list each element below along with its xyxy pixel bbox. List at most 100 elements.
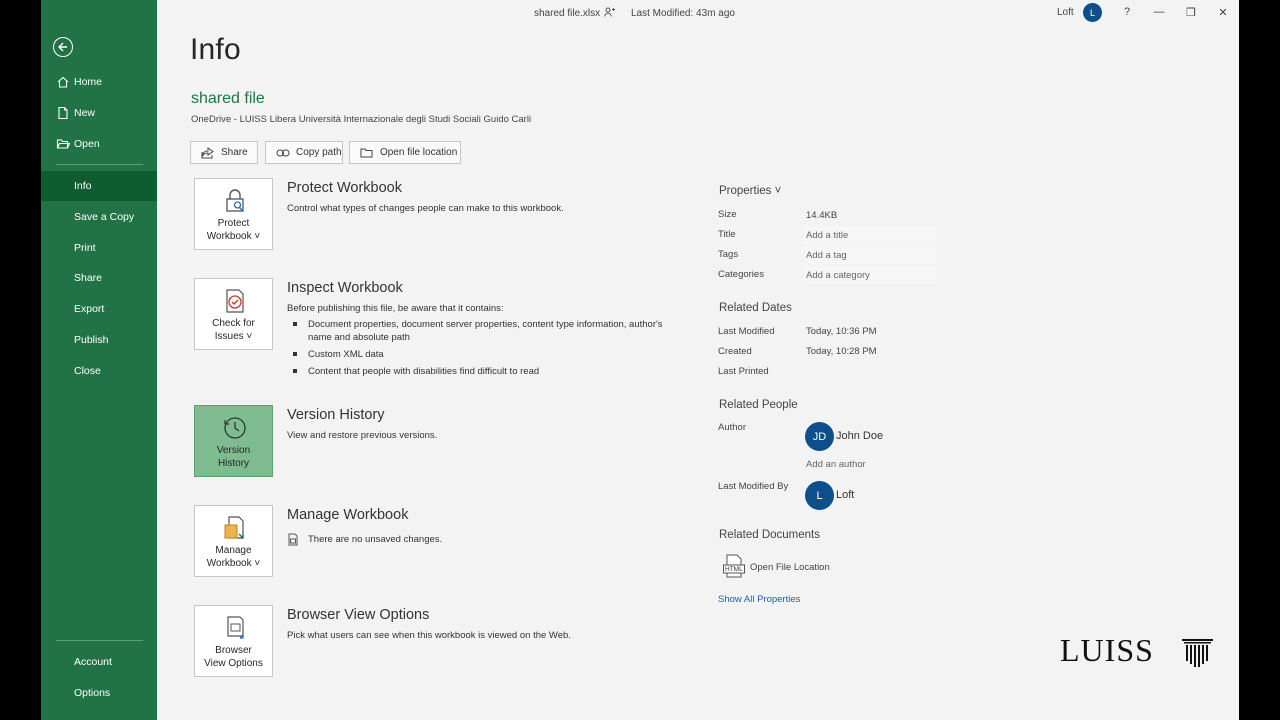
avatar[interactable]: L: [805, 481, 834, 510]
browser-view-options-button[interactable]: Browser View Options: [194, 605, 273, 677]
link-icon: [276, 149, 290, 156]
sidebar-item-label: Save a Copy: [74, 211, 135, 223]
copy-path-button[interactable]: Copy path: [265, 141, 343, 164]
restore-button[interactable]: ❐: [1182, 4, 1200, 20]
minimize-button[interactable]: —: [1150, 4, 1168, 20]
author-name[interactable]: John Doe: [836, 430, 883, 442]
sidebar-item-label: Info: [74, 180, 92, 192]
tile-label-line2: History: [217, 458, 250, 469]
manage-workbook-button[interactable]: Manage Workbook ˅: [194, 505, 273, 577]
sidebar-item-info[interactable]: Info: [41, 171, 157, 201]
sidebar-divider: [56, 640, 143, 641]
tags-field[interactable]: Add a tag: [806, 250, 936, 261]
sidebar-item-save-a-copy[interactable]: Save a Copy: [41, 202, 157, 232]
title-field[interactable]: Add a title: [806, 230, 936, 241]
protect-workbook-button[interactable]: Protect Workbook ˅: [194, 178, 273, 250]
file-name: shared file: [191, 90, 265, 107]
open-file-location-link[interactable]: Open File Location: [750, 562, 830, 573]
tile-label-line1: Check for: [212, 318, 255, 329]
tile-label-line1: Version: [216, 445, 251, 456]
date-label-created: Created: [718, 346, 752, 357]
check-for-issues-button[interactable]: Check for Issues ˅: [194, 278, 273, 350]
sidebar-item-label: Close: [74, 365, 101, 377]
tile-label-line2: Issues ˅: [214, 331, 253, 342]
related-dates-heading: Related Dates: [719, 302, 792, 314]
sidebar-item-options[interactable]: Options: [41, 678, 157, 708]
sidebar-item-label: Options: [74, 687, 111, 699]
tile-label-line1: Browser: [215, 645, 252, 656]
sidebar-item-label: Share: [74, 272, 103, 284]
version-history-title: Version History: [287, 407, 385, 423]
related-people-heading: Related People: [719, 399, 798, 411]
home-icon: [57, 76, 69, 88]
sidebar-item-export[interactable]: Export: [41, 294, 157, 324]
copy-path-label: Copy path: [296, 147, 342, 158]
sidebar-item-label: Publish: [74, 334, 109, 346]
categories-field[interactable]: Add a category: [806, 270, 936, 281]
sidebar-item-label: New: [74, 107, 96, 119]
last-modified-by-label: Last Modified By: [718, 481, 789, 492]
open-file-location-button[interactable]: Open file location: [349, 141, 461, 164]
tile-label-line2: View Options: [204, 658, 263, 669]
file-location: OneDrive - LUISS Libera Università Inter…: [191, 114, 532, 125]
avatar[interactable]: JD: [805, 422, 834, 451]
protect-workbook-title: Protect Workbook: [287, 180, 402, 196]
sidebar-item-label: Open: [74, 138, 100, 150]
tile-label-line1: Protect: [217, 218, 250, 229]
sidebar-item-print[interactable]: Print: [41, 233, 157, 263]
luiss-column-logo-icon: [1182, 639, 1213, 667]
show-all-properties-link[interactable]: Show All Properties: [718, 594, 800, 605]
folder-open-icon: [56, 139, 70, 149]
tile-label-line2: Workbook ˅: [206, 558, 261, 569]
sidebar-item-publish[interactable]: Publish: [41, 325, 157, 355]
last-modified-by-name[interactable]: Loft: [836, 489, 854, 501]
last-modified-status: Last Modified: 43m ago: [631, 8, 735, 19]
add-author-field[interactable]: Add an author: [806, 459, 936, 470]
sidebar-item-account[interactable]: Account: [41, 647, 157, 677]
browser-view-options-title: Browser View Options: [287, 607, 430, 623]
sidebar-item-share[interactable]: Share: [41, 263, 157, 293]
sidebar-item-label: Account: [74, 656, 112, 668]
new-file-icon: [58, 106, 68, 120]
author-label: Author: [718, 422, 746, 433]
sidebar-item-open[interactable]: Open: [41, 129, 157, 159]
manage-workbook-status: There are no unsaved changes.: [287, 533, 442, 546]
inspect-workbook-title: Inspect Workbook: [287, 280, 403, 296]
protect-workbook-desc: Control what types of changes people can…: [287, 203, 564, 214]
document-icon: [288, 533, 298, 546]
property-label-categories: Categories: [718, 269, 764, 280]
window-filename: shared file.xlsx: [534, 8, 601, 19]
share-button[interactable]: Share: [190, 141, 258, 164]
related-documents-heading: Related Documents: [719, 529, 820, 541]
sidebar-item-home[interactable]: Home: [41, 67, 157, 97]
date-value-created: Today, 10:28 PM: [806, 346, 877, 357]
version-history-button[interactable]: Version History: [194, 405, 273, 477]
sidebar-item-label: Export: [74, 303, 105, 315]
sidebar-item-new[interactable]: New: [41, 98, 157, 128]
manage-workbook-icon: [224, 516, 244, 539]
property-value-size: 14.4KB: [806, 210, 838, 221]
tile-label-line2: Workbook ˅: [206, 231, 261, 242]
share-button-label: Share: [221, 147, 248, 158]
luiss-logo-text: LUISS: [1060, 632, 1154, 668]
page-title: Info: [190, 33, 241, 66]
shared-people-icon[interactable]: [604, 7, 616, 18]
close-window-button[interactable]: ✕: [1214, 4, 1232, 20]
list-item: Content that people with disabilities fi…: [287, 365, 667, 378]
inspect-document-icon: [226, 289, 244, 313]
account-name[interactable]: Loft: [1057, 7, 1074, 18]
date-value-last-modified: Today, 10:36 PM: [806, 326, 877, 337]
inspect-workbook-desc: Before publishing this file, be aware th…: [287, 303, 504, 314]
open-file-location-label: Open file location: [380, 147, 458, 158]
sidebar-item-label: Print: [74, 242, 96, 254]
browser-view-options-desc: Pick what users can see when this workbo…: [287, 630, 571, 641]
arrow-left-icon: [58, 42, 67, 52]
avatar[interactable]: L: [1083, 3, 1102, 22]
manage-workbook-desc: There are no unsaved changes.: [308, 534, 443, 545]
property-label-title: Title: [718, 229, 736, 240]
back-button[interactable]: [53, 37, 73, 57]
excel-backstage-window: Home New Open Info Save a Copy Print Sha…: [41, 0, 1239, 720]
properties-dropdown[interactable]: Properties ˅: [719, 185, 781, 197]
help-button[interactable]: ?: [1118, 4, 1136, 20]
sidebar-item-close[interactable]: Close: [41, 356, 157, 386]
